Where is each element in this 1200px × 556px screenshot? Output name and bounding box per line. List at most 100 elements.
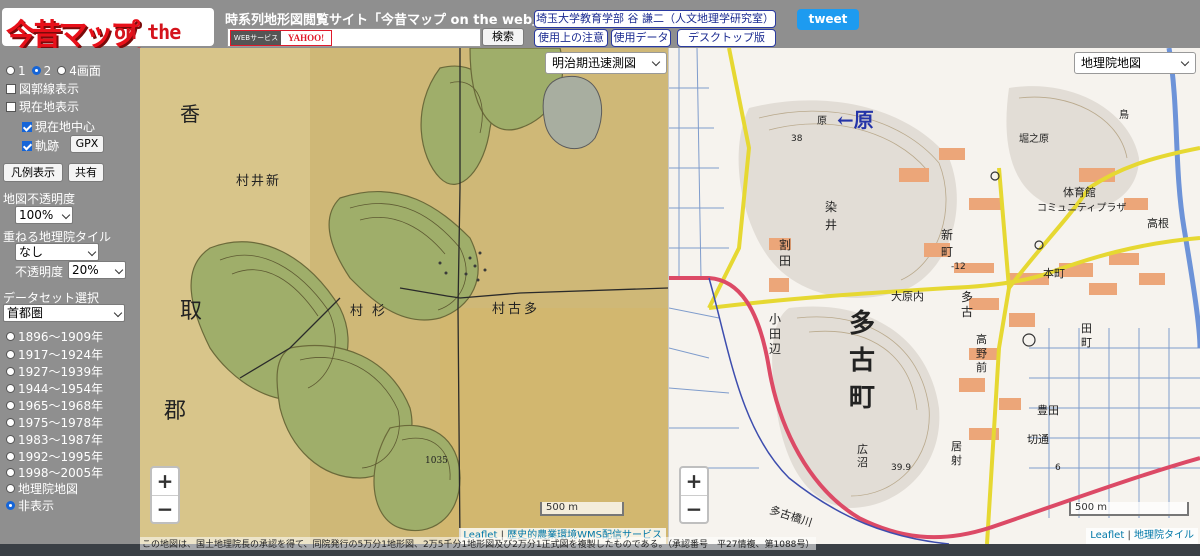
map-label-honcho: 本町 — [1043, 267, 1065, 280]
radio-button[interactable] — [6, 350, 15, 359]
checkbox-box[interactable] — [22, 140, 32, 151]
map-label-horinohara: 堀之原 — [1019, 134, 1049, 145]
period-option[interactable]: 1975～1978年 — [6, 414, 103, 431]
radio-button[interactable] — [6, 418, 15, 427]
search-button[interactable]: 検索 — [482, 28, 524, 46]
map-label-toyoda: 豊田 — [1037, 404, 1059, 417]
checkbox-box[interactable] — [6, 101, 16, 112]
map-label-tori: 取 — [180, 299, 203, 324]
period-option[interactable]: 1965～1968年 — [6, 397, 103, 414]
overlay-opacity-select[interactable]: 20% — [68, 261, 126, 279]
zoom-in-button[interactable]: + — [152, 468, 178, 495]
map-pane-right[interactable]: ←原 多 古 町 染 井 新 町 割 田 小 田 辺 大原内 多 古 高 野 前… — [669, 48, 1200, 544]
radio-2-screen[interactable] — [31, 66, 41, 75]
radio-1-label: 1 — [18, 63, 26, 78]
checkbox-label: 現在地表示 — [19, 100, 80, 114]
attribution-source-link[interactable]: 地理院タイル — [1134, 530, 1194, 541]
overlay-value: なし — [19, 245, 44, 259]
radio-button[interactable] — [6, 435, 15, 444]
period-option[interactable]: 地理院地図 — [6, 480, 78, 497]
period-option[interactable]: 1917～1924年 — [6, 346, 103, 363]
period-option[interactable]: 1944～1954年 — [6, 380, 103, 397]
search-input[interactable]: WEBサービス YAHOO! — [227, 28, 481, 47]
data-used-link[interactable]: 使用データ — [611, 29, 671, 47]
checkbox-center-current[interactable]: 現在地中心 — [22, 118, 95, 135]
dataset-select[interactable]: 首都圏 — [3, 304, 125, 322]
period-label: 1927～1939年 — [18, 365, 104, 379]
dataset-value: 首都圏 — [7, 306, 44, 320]
zoom-out-button[interactable]: − — [152, 495, 178, 523]
checkbox-label: 現在地中心 — [35, 120, 96, 134]
chevron-down-icon — [651, 57, 661, 67]
gpx-button[interactable]: GPX — [70, 135, 104, 153]
overlay-tile-select[interactable]: なし — [15, 243, 99, 261]
site-title: 時系列地形図閲覧サイト「今昔マップ on the web」 — [225, 13, 546, 28]
map-right-layer-select[interactable]: 地理院地図 — [1074, 52, 1196, 74]
map-label-gun: 郡 — [164, 399, 187, 424]
period-option[interactable]: 1927～1939年 — [6, 363, 103, 380]
radio-4-screen[interactable] — [57, 66, 67, 75]
map-pane-left[interactable]: 香 取 郡 村井新 村古多 村 杉 1035 明治期迅速測図 + − 500 m… — [140, 48, 668, 544]
yahoo-logo-text: YAHOO! — [287, 33, 325, 43]
radio-button[interactable] — [6, 452, 15, 461]
map-left-layer-select[interactable]: 明治期迅速測図 — [545, 52, 667, 74]
radio-button[interactable] — [6, 384, 15, 393]
legend-button[interactable]: 凡例表示 — [3, 163, 63, 182]
map-label-mura: 村 — [350, 304, 364, 319]
site-logo[interactable]: 今昔マップ on the web — [2, 8, 214, 68]
old-map-graphic[interactable] — [140, 48, 668, 544]
map-label-be: 辺 — [769, 342, 782, 356]
chevron-down-icon — [1180, 57, 1190, 67]
zoom-out-button[interactable]: − — [681, 495, 707, 523]
opacity-value: 100% — [19, 208, 54, 222]
radio-button[interactable] — [6, 468, 15, 477]
zoom-in-button[interactable]: + — [681, 468, 707, 495]
map-label-wari: 割 — [779, 238, 792, 252]
leaflet-link[interactable]: Leaflet — [1090, 530, 1124, 541]
map-left-scale-bar: 500 m — [540, 502, 624, 516]
radio-1-screen[interactable] — [6, 66, 15, 75]
usage-notes-link[interactable]: 使用上の注意 — [534, 29, 608, 47]
yahoo-search-badge: WEBサービス YAHOO! — [230, 30, 332, 46]
period-option[interactable]: 1983～1987年 — [6, 431, 103, 448]
author-link[interactable]: 埼玉大学教育学部 谷 謙二（人文地理学研究室） — [534, 10, 776, 28]
opacity-select[interactable]: 100% — [15, 206, 73, 224]
radio-4-label: 4画面 — [69, 64, 101, 78]
map-label-town-machi: 町 — [849, 383, 876, 413]
radio-2-label: 2 — [43, 63, 52, 78]
checkbox-current-location[interactable]: 現在地表示 — [6, 98, 79, 115]
gsi-map-graphic[interactable] — [669, 48, 1200, 544]
overlay-opacity-label: 不透明度 — [15, 265, 64, 279]
radio-button[interactable] — [6, 332, 15, 341]
period-label: 1998～2005年 — [18, 466, 104, 480]
period-label: 非表示 — [18, 499, 55, 513]
radio-button[interactable] — [6, 484, 15, 493]
radio-button[interactable] — [6, 501, 15, 510]
screen-count-options: 1 2 4画面 — [6, 62, 101, 79]
period-option[interactable]: 1896～1909年 — [6, 328, 103, 345]
overlay-opacity-value: 20% — [72, 263, 99, 277]
radio-button[interactable] — [6, 401, 15, 410]
period-option[interactable]: 非表示 — [6, 497, 54, 514]
checkbox-box[interactable] — [6, 83, 16, 94]
map-label-tori: 鳥 — [1119, 110, 1129, 121]
radio-button[interactable] — [6, 367, 15, 376]
checkbox-grid-lines[interactable]: 図郭線表示 — [6, 80, 79, 97]
map-label-i: 井 — [825, 218, 838, 232]
map-label-town-ko: 古 — [849, 346, 876, 376]
map-right-scale-bar: 500 m — [1069, 502, 1189, 516]
map-label-some: 染 — [825, 200, 838, 214]
period-option[interactable]: 1998～2005年 — [6, 464, 103, 481]
tweet-button[interactable]: tweet — [797, 9, 859, 30]
share-button[interactable]: 共有 — [68, 163, 104, 182]
map-label-takomura: 村古多 — [492, 302, 541, 317]
desktop-version-link[interactable]: デスクトップ版 — [677, 29, 776, 47]
checkbox-track[interactable]: 軌跡 — [22, 137, 59, 154]
period-option[interactable]: 1992～1995年 — [6, 448, 103, 465]
map-left-layer-value: 明治期迅速測図 — [552, 56, 637, 70]
map-label-mae: 前 — [976, 361, 987, 374]
checkbox-label: 図郭線表示 — [19, 82, 80, 96]
chevron-down-icon — [113, 308, 123, 318]
checkbox-box[interactable] — [22, 121, 32, 132]
map-label-shin: 新 — [941, 228, 954, 242]
